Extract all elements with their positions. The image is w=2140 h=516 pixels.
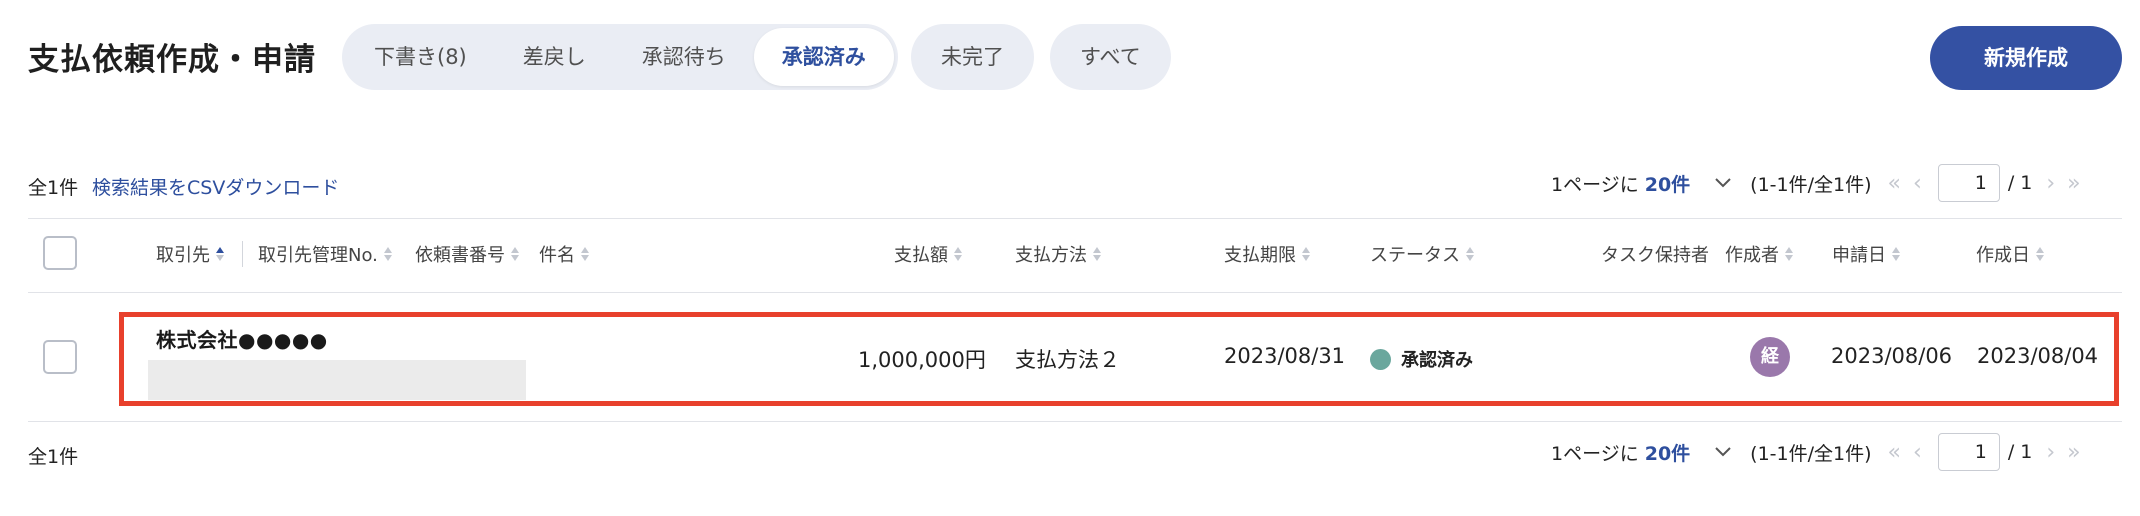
column-header-applied[interactable]: 申請日 (1832, 241, 1900, 267)
sort-icon (511, 247, 519, 261)
pagination-top: 1ページに 20件 (1-1件/全1件) « ‹ 1 / 1 › » (1551, 164, 2087, 202)
row-applied-date: 2023/08/06 (1831, 344, 1953, 368)
sort-icon (1785, 247, 1793, 261)
per-page-label: 1ページに (1551, 442, 1639, 465)
filter-all-button[interactable]: すべて (1050, 24, 1171, 90)
page-number-input[interactable]: 1 (1937, 164, 2000, 202)
table-bottom-border (28, 421, 2122, 422)
per-page-label: 1ページに (1551, 173, 1639, 196)
table-top-border (28, 218, 2122, 219)
next-page-icon[interactable]: › (2046, 171, 2055, 196)
page-title: 支払依頼作成・申請 (28, 42, 316, 78)
chevron-down-icon[interactable] (1714, 173, 1732, 194)
row-method: 支払方法２ (1015, 348, 1120, 372)
next-page-icon[interactable]: › (2046, 440, 2055, 465)
avatar: 経 (1750, 337, 1790, 377)
sort-icon (2036, 247, 2044, 261)
footer-result-count: 全1件 (28, 446, 79, 468)
last-page-icon[interactable]: » (2067, 440, 2080, 465)
total-pages: / 1 (2007, 172, 2033, 194)
result-count: 全1件 (28, 177, 79, 199)
first-page-icon[interactable]: « (1888, 171, 1901, 196)
last-page-icon[interactable]: » (2067, 171, 2080, 196)
column-header-task-holder: タスク保持者 (1601, 245, 1709, 266)
sort-icon (1892, 247, 1900, 261)
row-vendor-name: 株式会社●●●●● (156, 328, 328, 352)
column-header-due[interactable]: 支払期限 (1224, 241, 1310, 267)
per-page-select[interactable]: 20件 (1645, 439, 1690, 466)
column-header-subject[interactable]: 件名 (539, 241, 589, 267)
tab-approved[interactable]: 承認済み (753, 28, 894, 86)
status-tab-group: 下書き(8) 差戻し 承認待ち 承認済み (342, 24, 898, 90)
status-badge: 承認済み (1370, 346, 1473, 372)
total-pages: / 1 (2007, 441, 2033, 463)
csv-download-link[interactable]: 検索結果をCSVダウンロード (92, 173, 339, 200)
tab-returned[interactable]: 差戻し (495, 28, 614, 86)
per-page-select[interactable]: 20件 (1645, 170, 1690, 197)
sort-icon (954, 247, 962, 261)
row-created-date: 2023/08/04 (1977, 344, 2099, 368)
prev-page-icon[interactable]: ‹ (1913, 171, 1922, 196)
column-divider (242, 241, 243, 267)
select-all-checkbox[interactable] (43, 236, 77, 270)
column-header-creator[interactable]: 作成者 (1725, 241, 1793, 267)
row-checkbox[interactable] (43, 340, 77, 374)
tab-draft[interactable]: 下書き(8) (346, 28, 495, 86)
column-header-amount[interactable]: 支払額 (894, 241, 962, 267)
row-status: 承認済み (1401, 350, 1473, 371)
redacted-field (148, 360, 526, 400)
column-header-created[interactable]: 作成日 (1976, 241, 2044, 267)
sort-icon (1093, 247, 1101, 261)
row-amount: 1,000,000円 (858, 348, 986, 372)
table-header-border (28, 292, 2122, 293)
page-range: (1-1件/全1件) (1750, 173, 1872, 196)
page-range: (1-1件/全1件) (1750, 442, 1872, 465)
prev-page-icon[interactable]: ‹ (1913, 440, 1922, 465)
status-dot-icon (1370, 348, 1391, 370)
column-header-request-no[interactable]: 依頼書番号 (415, 241, 519, 267)
sort-icon (1302, 247, 1310, 261)
row-due-date: 2023/08/31 (1224, 344, 1346, 368)
sort-icon (581, 247, 589, 261)
column-header-status[interactable]: ステータス (1370, 241, 1474, 267)
page-number-input[interactable]: 1 (1937, 433, 2000, 471)
pagination-bottom: 1ページに 20件 (1-1件/全1件) « ‹ 1 / 1 › » (1551, 433, 2087, 471)
sort-icon (216, 247, 224, 261)
column-header-vendor-code[interactable]: 取引先管理No. (258, 241, 392, 267)
new-create-button[interactable]: 新規作成 (1930, 26, 2122, 90)
sort-icon (383, 247, 392, 261)
tab-pending-approval[interactable]: 承認待ち (614, 28, 754, 86)
column-header-method[interactable]: 支払方法 (1015, 241, 1101, 267)
chevron-down-icon[interactable] (1714, 442, 1732, 463)
column-header-vendor[interactable]: 取引先 (156, 241, 224, 267)
sort-icon (1466, 247, 1474, 261)
filter-incomplete-button[interactable]: 未完了 (911, 24, 1034, 90)
first-page-icon[interactable]: « (1888, 440, 1901, 465)
